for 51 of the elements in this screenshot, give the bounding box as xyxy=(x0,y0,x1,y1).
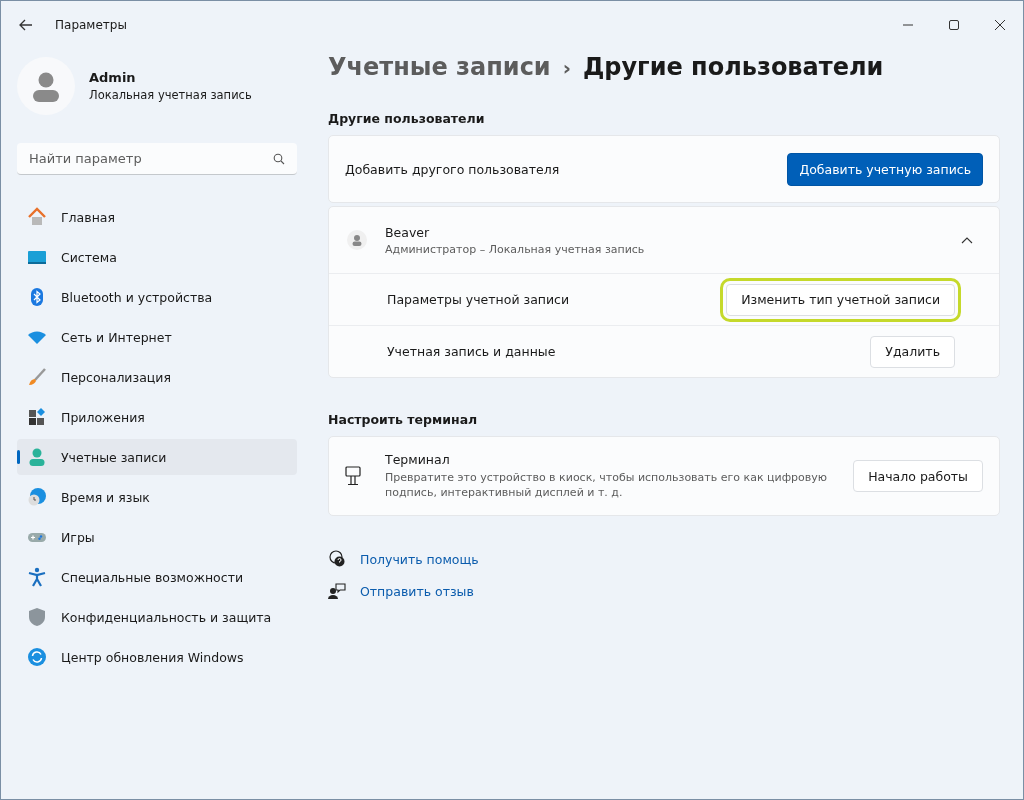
get-started-button[interactable]: Начало работы xyxy=(853,460,983,492)
user-avatar-icon xyxy=(347,230,367,250)
accessibility-icon xyxy=(27,567,47,587)
profile-name: Admin xyxy=(89,70,137,85)
add-user-label: Добавить другого пользователя xyxy=(345,161,560,177)
add-account-button[interactable]: Добавить учетную запись xyxy=(787,152,983,186)
breadcrumb-separator: › xyxy=(562,56,571,80)
window-title: Параметры xyxy=(55,18,127,32)
link[interactable]: Получить помощь xyxy=(360,551,479,567)
profile-account-type: Локальная учетная запись xyxy=(89,88,252,102)
shield-icon xyxy=(27,607,47,627)
sidebar-item[interactable]: Игры xyxy=(17,519,297,555)
person-icon xyxy=(27,447,47,467)
account-option-label: Учетная запись и данные xyxy=(387,344,556,359)
account-option-label: Параметры учетной записи xyxy=(387,292,570,307)
section-heading: Настроить терминал xyxy=(328,412,479,427)
user-name: Beaver xyxy=(385,224,431,240)
sidebar-item[interactable]: Приложения xyxy=(17,399,297,435)
sidebar-item[interactable]: Конфиденциальность и защита xyxy=(17,599,297,635)
kiosk-title: Терминал xyxy=(385,451,451,467)
sidebar-item[interactable]: Учетные записи xyxy=(17,439,297,475)
page-title: Другие пользователи xyxy=(582,53,884,81)
sidebar-item[interactable]: Время и язык xyxy=(17,479,297,515)
search-icon xyxy=(273,153,285,165)
brush-icon xyxy=(27,367,47,387)
kiosk-description: Превратите это устройство в киоск, чтобы использовать его как цифровую подпись, интерактивный дисплей и т. д. xyxy=(385,469,829,501)
close-icon[interactable] xyxy=(995,20,1005,30)
sidebar-item[interactable]: Главная xyxy=(17,199,297,235)
avatar-icon xyxy=(17,57,75,115)
account-action-button[interactable]: Удалить xyxy=(870,335,955,368)
sidebar-item[interactable]: Bluetooth и устройства xyxy=(17,279,297,315)
feedback-icon xyxy=(328,582,346,600)
sidebar-item[interactable]: Система xyxy=(17,239,297,275)
section-heading: Другие пользователи xyxy=(328,111,486,126)
help-icon xyxy=(328,550,346,568)
chevron-up-icon[interactable] xyxy=(961,236,973,244)
user-role: Администратор – Локальная учетная запись xyxy=(385,242,646,256)
house-icon xyxy=(27,207,47,227)
apps-icon xyxy=(27,407,47,427)
link[interactable]: Отправить отзыв xyxy=(360,583,474,599)
breadcrumb-parent[interactable]: Учетные записи xyxy=(328,53,551,81)
globe-clock-icon xyxy=(27,487,47,507)
search-field[interactable]: Найти параметр xyxy=(17,143,297,175)
maximize-icon[interactable] xyxy=(949,20,959,30)
sidebar-item[interactable]: Сеть и Интернет xyxy=(17,319,297,355)
sync-icon xyxy=(27,647,47,667)
kiosk-icon xyxy=(345,466,361,486)
back-arrow-icon[interactable] xyxy=(19,19,33,31)
sidebar-item[interactable]: Центр обновления Windows xyxy=(17,639,297,675)
sidebar-item[interactable]: Персонализация xyxy=(17,359,297,395)
sidebar-item[interactable]: Специальные возможности xyxy=(17,559,297,595)
